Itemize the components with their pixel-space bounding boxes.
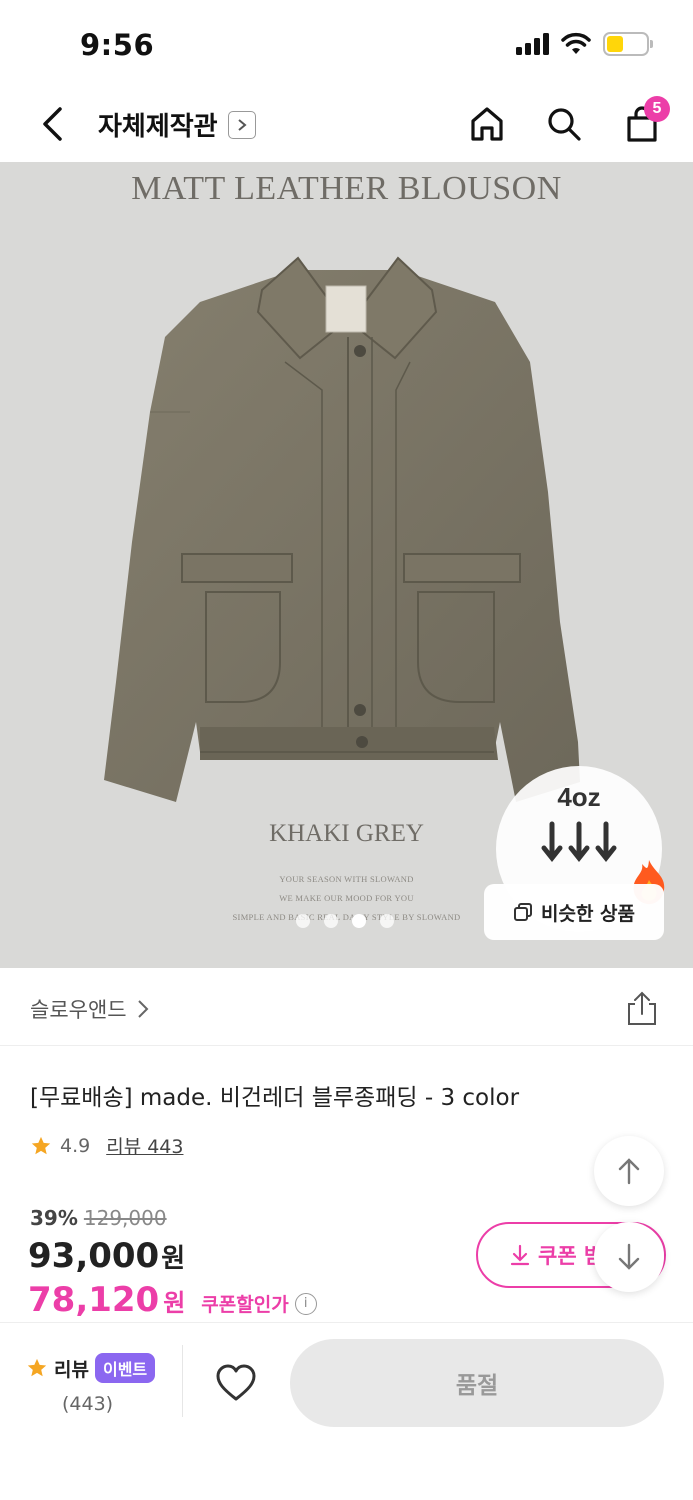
bottom-action-bar: 리뷰 이벤트 (443) 품절 bbox=[0, 1322, 693, 1500]
scroll-down-button[interactable] bbox=[594, 1222, 664, 1292]
rating-value: 4.9 bbox=[60, 1134, 91, 1157]
cart-count-badge: 5 bbox=[644, 96, 670, 122]
top-nav: 자체제작관 5 bbox=[0, 90, 693, 162]
original-price: 129,000 bbox=[83, 1206, 167, 1230]
rating-row: 4.9 리뷰 443 bbox=[30, 1132, 183, 1159]
discount-row: 39% 129,000 bbox=[30, 1206, 167, 1230]
home-icon bbox=[471, 107, 503, 141]
coupon-price: 78,120 원 쿠폰할인가 i bbox=[28, 1280, 317, 1320]
status-bar: 9:56 bbox=[0, 0, 693, 90]
status-time: 9:56 bbox=[80, 28, 155, 62]
weight-label: 4oz bbox=[557, 782, 601, 812]
sale-price: 93,000 원 bbox=[28, 1236, 185, 1276]
review-event-button[interactable]: 리뷰 이벤트 (443) bbox=[26, 1353, 156, 1415]
similar-products-label: 비슷한 상품 bbox=[540, 902, 635, 925]
discount-percent: 39% bbox=[30, 1206, 78, 1230]
status-icons bbox=[516, 32, 653, 56]
coupon-price-tag[interactable]: 쿠폰할인가 i bbox=[201, 1290, 317, 1317]
scroll-up-button[interactable] bbox=[594, 1136, 664, 1206]
divider bbox=[182, 1345, 183, 1417]
product-image-carousel[interactable]: MATT LEATHER BLOUSON KHAKI GREY YOUR SEA… bbox=[0, 162, 693, 968]
search-icon bbox=[548, 108, 581, 141]
coupon-price-label: 쿠폰할인가 bbox=[201, 1294, 289, 1316]
wifi-icon bbox=[561, 32, 591, 54]
review-link[interactable]: 리뷰 443 bbox=[106, 1132, 183, 1159]
review-label: 리뷰 bbox=[54, 1358, 89, 1381]
event-badge: 이벤트 bbox=[94, 1353, 156, 1383]
share-button[interactable] bbox=[625, 990, 659, 1026]
carousel-dot[interactable] bbox=[380, 914, 394, 928]
wishlist-button[interactable] bbox=[210, 1357, 262, 1409]
review-count: (443) bbox=[62, 1393, 114, 1415]
chevron-right-icon bbox=[227, 110, 256, 139]
battery-icon bbox=[603, 32, 653, 56]
search-button[interactable] bbox=[540, 100, 588, 148]
chevron-right-icon bbox=[137, 1000, 149, 1018]
store-name: 자체제작관 bbox=[98, 112, 218, 142]
coupon-price-value: 78,120 bbox=[28, 1280, 160, 1320]
sold-out-button[interactable]: 품절 bbox=[290, 1339, 664, 1427]
back-button[interactable] bbox=[30, 102, 74, 146]
down-arrows-icon bbox=[541, 821, 617, 863]
currency-label: 원 bbox=[161, 1244, 186, 1274]
product-title: [무료배송] made. 비건레더 블루종패딩 - 3 color bbox=[30, 1085, 520, 1111]
similar-products-button[interactable]: 비슷한 상품 bbox=[484, 884, 664, 940]
share-icon bbox=[628, 991, 656, 1025]
info-icon: i bbox=[294, 1292, 317, 1315]
brand-name: 슬로우앤드 bbox=[30, 998, 127, 1022]
arrow-up-icon bbox=[618, 1158, 640, 1185]
carousel-dot-active[interactable] bbox=[352, 914, 366, 928]
signal-icon bbox=[516, 33, 549, 55]
copy-icon bbox=[513, 903, 532, 921]
home-button[interactable] bbox=[463, 100, 511, 148]
cart-button[interactable]: 5 bbox=[618, 96, 670, 148]
sale-price-value: 93,000 bbox=[28, 1236, 160, 1276]
arrow-down-icon bbox=[618, 1243, 640, 1270]
star-icon bbox=[31, 1136, 51, 1154]
carousel-dot[interactable] bbox=[296, 914, 310, 928]
star-icon bbox=[27, 1358, 47, 1377]
currency-label: 원 bbox=[163, 1289, 186, 1317]
store-name-link[interactable]: 자체제작관 bbox=[98, 106, 256, 143]
heart-icon bbox=[216, 1364, 256, 1401]
carousel-dot[interactable] bbox=[324, 914, 338, 928]
download-icon bbox=[510, 1244, 530, 1266]
brand-row: 슬로우앤드 bbox=[0, 968, 693, 1046]
brand-link[interactable]: 슬로우앤드 bbox=[30, 994, 149, 1024]
carousel-dots bbox=[296, 914, 394, 928]
back-arrow-icon bbox=[43, 107, 62, 141]
